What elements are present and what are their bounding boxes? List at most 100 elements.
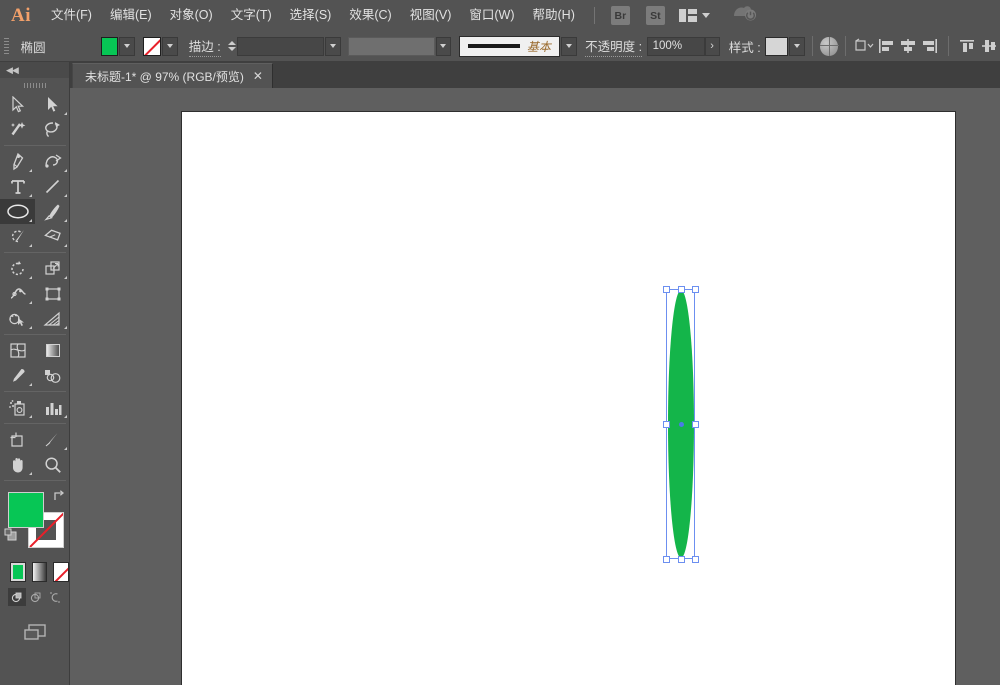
stroke-color-swatch[interactable] xyxy=(143,37,161,56)
gradient-mode-button[interactable] xyxy=(32,562,48,582)
align-right-icon[interactable] xyxy=(919,35,941,57)
stroke-preview-line xyxy=(468,44,520,48)
menu-file[interactable]: 文件(F) xyxy=(42,0,101,31)
fill-swatch-dropdown[interactable] xyxy=(119,37,135,56)
tools-panel-grip[interactable] xyxy=(0,78,69,92)
transform-panel-icon[interactable] xyxy=(853,35,875,57)
stock-button[interactable]: St xyxy=(646,6,665,25)
fill-color-swatch[interactable] xyxy=(101,37,119,56)
menu-select[interactable]: 选择(S) xyxy=(281,0,341,31)
menu-divider xyxy=(594,7,595,24)
none-mode-button[interactable] xyxy=(53,562,69,582)
stroke-swatch-dropdown[interactable] xyxy=(162,37,178,56)
variable-width-dropdown[interactable] xyxy=(436,37,452,56)
menu-window[interactable]: 窗口(W) xyxy=(460,0,523,31)
shape-builder-tool[interactable] xyxy=(0,306,35,331)
hand-tool[interactable] xyxy=(0,452,35,477)
shaper-tool[interactable] xyxy=(0,224,35,249)
eraser-tool[interactable] xyxy=(35,224,70,249)
recolor-artwork-icon[interactable] xyxy=(820,37,837,56)
creative-cloud-icon[interactable] xyxy=(732,3,758,28)
artboard-tool[interactable] xyxy=(0,427,35,452)
app-logo: Ai xyxy=(0,0,42,31)
symbol-sprayer-tool[interactable] xyxy=(0,395,35,420)
free-transform-tool[interactable] xyxy=(35,281,70,306)
slice-tool[interactable] xyxy=(35,427,70,452)
menu-effect[interactable]: 效果(C) xyxy=(340,0,400,31)
opacity-input[interactable]: 100% xyxy=(647,37,705,56)
bridge-button[interactable]: Br xyxy=(611,6,630,25)
align-top-icon[interactable] xyxy=(956,35,978,57)
perspective-grid-tool[interactable] xyxy=(35,306,70,331)
stroke-weight-input[interactable] xyxy=(237,37,324,56)
collapse-panel-icon[interactable]: ◀◀ xyxy=(6,65,18,76)
menu-edit[interactable]: 编辑(E) xyxy=(101,0,161,31)
paintbrush-tool[interactable] xyxy=(35,199,70,224)
align-left-icon[interactable] xyxy=(875,35,897,57)
eyedropper-tool[interactable] xyxy=(0,363,35,388)
draw-behind-button[interactable] xyxy=(27,588,45,606)
draw-inside-button[interactable] xyxy=(46,588,64,606)
scale-tool[interactable] xyxy=(35,256,70,281)
workspace-switcher[interactable] xyxy=(679,9,710,22)
variable-width-profile-input[interactable] xyxy=(348,37,435,56)
lasso-tool[interactable] xyxy=(35,117,70,142)
tool-divider-3 xyxy=(4,334,66,335)
mesh-tool[interactable] xyxy=(0,338,35,363)
curvature-tool[interactable] xyxy=(35,149,70,174)
ellipse-tool[interactable] xyxy=(0,199,35,224)
pen-tool[interactable] xyxy=(0,149,35,174)
color-mode-buttons xyxy=(0,558,69,582)
magic-wand-tool[interactable] xyxy=(0,117,35,142)
artboard[interactable] xyxy=(181,111,956,685)
align-vertical-center-icon[interactable] xyxy=(978,35,1000,57)
selected-object-label: 椭圆 xyxy=(15,37,101,56)
change-screen-mode-button[interactable] xyxy=(0,606,69,644)
document-tab-bar: 未标题-1* @ 97% (RGB/预览) ✕ xyxy=(0,62,1000,88)
document-tab[interactable]: 未标题-1* @ 97% (RGB/预览) ✕ xyxy=(72,63,273,88)
selection-tool[interactable] xyxy=(0,92,35,117)
chevron-down-icon xyxy=(702,13,710,18)
tool-divider-2 xyxy=(4,252,66,253)
brush-definition-label: 基本 xyxy=(527,38,551,55)
opacity-popup-button[interactable]: › xyxy=(705,37,720,56)
stroke-weight-label: 描边 : xyxy=(189,36,221,57)
control-bar-grip[interactable] xyxy=(4,38,9,55)
stroke-weight-dropdown[interactable] xyxy=(325,37,341,56)
drawing-mode-buttons xyxy=(0,582,69,606)
canvas-area[interactable] xyxy=(70,88,1000,685)
default-fill-stroke-icon[interactable] xyxy=(4,528,18,547)
graphic-style-dropdown[interactable] xyxy=(789,37,805,56)
gradient-tool[interactable] xyxy=(35,338,70,363)
menu-help[interactable]: 帮助(H) xyxy=(524,0,584,31)
line-segment-tool[interactable] xyxy=(35,174,70,199)
type-tool[interactable] xyxy=(0,174,35,199)
fill-color-indicator[interactable] xyxy=(8,492,44,528)
menu-type[interactable]: 文字(T) xyxy=(222,0,281,31)
zoom-tool[interactable] xyxy=(35,452,70,477)
menu-object[interactable]: 对象(O) xyxy=(161,0,222,31)
close-icon[interactable]: ✕ xyxy=(253,70,263,82)
width-tool[interactable] xyxy=(0,281,35,306)
blend-tool[interactable] xyxy=(35,363,70,388)
tools-panel-header: ◀◀ xyxy=(0,62,69,78)
draw-normal-button[interactable] xyxy=(8,588,26,606)
control-divider xyxy=(812,36,813,56)
selection-handle-middle-right xyxy=(692,421,699,428)
rotate-tool[interactable] xyxy=(0,256,35,281)
tool-divider-6 xyxy=(4,480,66,481)
stroke-weight-stepper[interactable] xyxy=(226,37,237,56)
align-horizontal-center-icon[interactable] xyxy=(897,35,919,57)
shape-center-point xyxy=(679,422,684,427)
direct-selection-tool[interactable] xyxy=(35,92,70,117)
swap-fill-stroke-icon[interactable] xyxy=(52,489,66,508)
graphic-style-swatch[interactable] xyxy=(765,37,788,56)
tool-grid xyxy=(0,92,70,484)
menu-view[interactable]: 视图(V) xyxy=(401,0,461,31)
brush-definition-dropdown[interactable] xyxy=(561,37,577,56)
color-mode-button[interactable] xyxy=(10,562,26,582)
tools-panel: ◀◀ xyxy=(0,62,70,685)
column-graph-tool[interactable] xyxy=(35,395,70,420)
control-bar: 椭圆 描边 : 基本 不透明度 : 100% › 样式 : xyxy=(0,31,1000,62)
brush-definition-selector[interactable]: 基本 xyxy=(459,36,560,57)
